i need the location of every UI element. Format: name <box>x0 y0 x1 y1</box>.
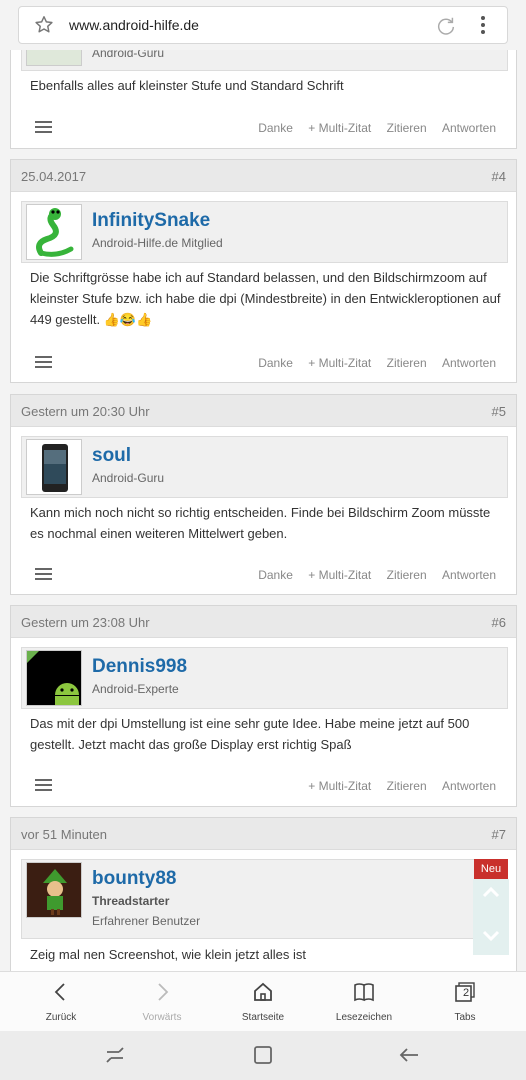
user-role: Android-Hilfe.de Mitglied <box>92 236 223 250</box>
bookmarks-button[interactable]: Lesezeichen <box>314 972 414 1032</box>
link-avatar-icon <box>43 869 67 915</box>
user-role: Android-Guru <box>92 471 165 485</box>
post-footer: + Multi-Zitat Zitieren Antworten <box>11 775 516 799</box>
snake-avatar-icon <box>36 208 74 257</box>
post-number[interactable]: #7 <box>492 827 506 842</box>
quote-button[interactable]: Zitieren <box>387 121 427 135</box>
scroll-controls <box>473 879 509 955</box>
back-label: Zurück <box>45 1012 77 1023</box>
post-number[interactable]: #6 <box>492 615 506 630</box>
url-text[interactable]: www.android-hilfe.de <box>69 17 199 33</box>
post-text: Das mit der dpi Umstellung ist eine sehr… <box>30 716 470 752</box>
home-button[interactable]: Startseite <box>213 972 313 1032</box>
menu-icon[interactable] <box>35 356 52 368</box>
avatar[interactable] <box>26 862 82 918</box>
user-role: Erfahrener Benutzer <box>92 914 201 928</box>
post-header: 25.04.2017 #4 <box>11 160 516 192</box>
user-box: InfinitySnake Android-Hilfe.de Mitglied <box>21 201 508 263</box>
user-box: Dennis998 Android-Experte <box>21 647 508 709</box>
post-header: vor 51 Minuten #7 <box>11 818 516 850</box>
bookmarks-icon <box>354 983 374 1002</box>
post-5: Gestern um 20:30 Uhr #5 soul Android-Gur… <box>10 394 517 595</box>
reload-icon[interactable] <box>435 15 457 37</box>
menu-icon[interactable] <box>35 568 52 580</box>
phone-avatar-icon <box>42 444 68 492</box>
post-date: 25.04.2017 <box>21 169 87 184</box>
multi-quote-button[interactable]: + Multi-Zitat <box>308 356 371 370</box>
avatar[interactable] <box>26 439 82 495</box>
browser-toolbar: www.android-hilfe.de <box>0 0 526 50</box>
recents-icon[interactable] <box>104 1044 126 1066</box>
post-text: Die Schriftgrösse habe ich auf Standard … <box>30 270 501 327</box>
post-date: Gestern um 23:08 Uhr <box>21 615 150 630</box>
avatar[interactable] <box>26 204 82 260</box>
post-7: vor 51 Minuten #7 bounty88 Threadstarter… <box>10 817 517 977</box>
scroll-up-icon[interactable] <box>481 883 501 903</box>
reply-button[interactable]: Antworten <box>442 779 496 793</box>
user-role: Android-Experte <box>92 682 179 696</box>
avatar[interactable] <box>26 650 82 706</box>
android-avatar-icon <box>27 651 79 705</box>
post-header: Gestern um 23:08 Uhr #6 <box>11 606 516 638</box>
post-date: Gestern um 20:30 Uhr <box>21 404 150 419</box>
username[interactable]: Dennis998 <box>92 656 187 678</box>
post-footer: Danke + Multi-Zitat Zitieren Antworten <box>11 352 516 376</box>
reply-button[interactable]: Antworten <box>442 121 496 135</box>
threadstarter-label: Threadstarter <box>92 894 170 908</box>
forward-label: Vorwärts <box>142 1012 182 1023</box>
quote-button[interactable]: Zitieren <box>387 779 427 793</box>
new-badge: Neu <box>474 859 508 879</box>
forward-icon <box>158 983 169 1001</box>
multi-quote-button[interactable]: + Multi-Zitat <box>308 568 371 582</box>
username[interactable]: soul <box>92 445 131 467</box>
post-text: Kann mich noch nicht so richtig entschei… <box>30 505 491 541</box>
home-system-icon[interactable] <box>252 1044 274 1066</box>
more-menu-icon[interactable] <box>479 16 487 36</box>
tab-count: 2 <box>463 987 470 999</box>
post-number[interactable]: #5 <box>492 404 506 419</box>
post-number[interactable]: #4 <box>492 169 506 184</box>
menu-icon[interactable] <box>35 779 52 791</box>
user-box: soul Android-Guru <box>21 436 508 498</box>
username[interactable]: InfinitySnake <box>92 210 210 232</box>
post-4: 25.04.2017 #4 InfinitySnake Android-Hilf… <box>10 159 517 383</box>
menu-icon[interactable] <box>35 121 52 133</box>
post-header: Gestern um 20:30 Uhr #5 <box>11 395 516 427</box>
thanks-button[interactable]: Danke <box>258 568 293 582</box>
scroll-down-icon[interactable] <box>481 925 501 945</box>
forward-button[interactable]: Vorwärts <box>112 972 212 1032</box>
username[interactable]: bounty88 <box>92 868 176 890</box>
reply-button[interactable]: Antworten <box>442 356 496 370</box>
back-system-icon[interactable] <box>398 1044 420 1066</box>
post-6: Gestern um 23:08 Uhr #6 Dennis998 Androi… <box>10 605 517 807</box>
multi-quote-button[interactable]: + Multi-Zitat <box>308 779 371 793</box>
multi-quote-button[interactable]: + Multi-Zitat <box>308 121 371 135</box>
thanks-button[interactable]: Danke <box>258 121 293 135</box>
post-footer: Danke + Multi-Zitat Zitieren Antworten <box>11 117 516 141</box>
tabs-button[interactable]: 2 Tabs <box>415 972 515 1032</box>
address-bar[interactable]: www.android-hilfe.de <box>18 6 508 44</box>
post-text: Zeig mal nen Screenshot, wie klein jetzt… <box>30 947 307 962</box>
quote-button[interactable]: Zitieren <box>387 568 427 582</box>
tabs-label: Tabs <box>454 1012 476 1023</box>
user-box: bounty88 Threadstarter Erfahrener Benutz… <box>21 859 475 939</box>
reply-button[interactable]: Antworten <box>442 568 496 582</box>
star-icon[interactable] <box>33 14 55 36</box>
home-icon <box>254 982 272 1001</box>
post-text: Ebenfalls alles auf kleinster Stufe und … <box>30 78 344 93</box>
back-icon <box>54 983 65 1001</box>
post-footer: Danke + Multi-Zitat Zitieren Antworten <box>11 564 516 588</box>
system-nav-bar <box>0 1031 526 1080</box>
bookmarks-label: Lesezeichen <box>335 1012 393 1023</box>
home-label: Startseite <box>241 1012 285 1023</box>
back-button[interactable]: Zurück <box>11 972 111 1032</box>
post-date: vor 51 Minuten <box>21 827 107 842</box>
quote-button[interactable]: Zitieren <box>387 356 427 370</box>
browser-bottom-nav: Zurück Vorwärts Startseite Lesezeichen 2… <box>0 971 526 1031</box>
thanks-button[interactable]: Danke <box>258 356 293 370</box>
